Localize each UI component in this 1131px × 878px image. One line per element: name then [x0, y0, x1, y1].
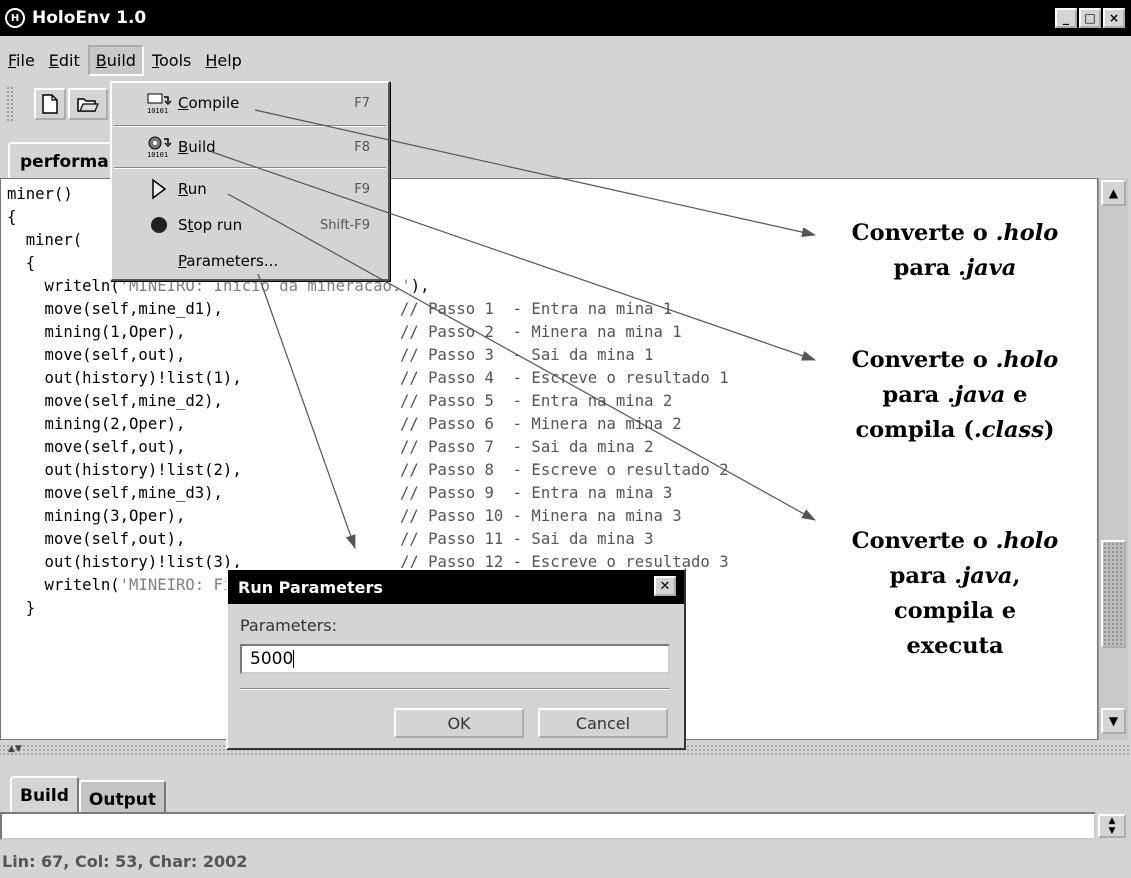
scrollbar-thumb[interactable]	[1101, 540, 1126, 648]
scroll-up-icon[interactable]: ▲	[1101, 180, 1126, 206]
menu-build[interactable]: Build	[87, 44, 144, 76]
bottom-tabs: Build Output	[10, 776, 166, 812]
open-file-button[interactable]	[68, 88, 108, 120]
menu-item-build[interactable]: 10101 Build F8	[112, 133, 388, 161]
code-line: mining(1,Oper),// Passo 2 - Minera na mi…	[7, 321, 1097, 344]
code-comment: // Passo 11 - Sai da mina 3	[400, 530, 654, 548]
code-comment: // Passo 4 - Escreve o resultado 1	[400, 369, 729, 387]
code-line: move(self,mine_d3),// Passo 9 - Entra na…	[7, 482, 1097, 505]
dialog-separator	[240, 688, 670, 690]
close-button[interactable]: ×	[1103, 8, 1125, 28]
parameters-label: Parameters:	[240, 616, 337, 635]
menu-item-stop-run[interactable]: Stop run Shift-F9	[112, 211, 388, 239]
code-comment: // Passo 5 - Entra na mina 2	[400, 392, 673, 410]
window-controls: _ □ ×	[1055, 8, 1125, 28]
code-line: out(history)!list(2),// Passo 8 - Escrev…	[7, 459, 1097, 482]
menu-help[interactable]: Help	[199, 47, 247, 74]
output-spinner[interactable]: ▲ ▼	[1098, 814, 1126, 838]
code-comment: // Passo 9 - Entra na mina 3	[400, 484, 673, 502]
code-comment: // Passo 3 - Sai da mina 1	[400, 346, 654, 364]
annotation-run: Converte o .holo para .java, compila e e…	[851, 528, 1059, 659]
build-menu-dropdown: 10101 Compile F7 10101 Build F8 Run F9 S…	[110, 81, 390, 281]
code-comment: // Passo 7 - Sai da mina 2	[400, 438, 654, 456]
annotation-compile: Converte o .holo para .java	[851, 220, 1059, 281]
new-file-icon	[42, 94, 58, 114]
code-comment: // Passo 6 - Minera na mina 2	[400, 415, 682, 433]
run-icon	[144, 178, 174, 200]
menu-item-run[interactable]: Run F9	[112, 175, 388, 203]
menu-bar: File Edit Build Tools Help	[0, 42, 248, 78]
minimize-button[interactable]: _	[1055, 8, 1077, 28]
open-folder-icon	[77, 98, 99, 112]
menu-item-compile[interactable]: 10101 Compile F7	[112, 89, 388, 117]
tab-output[interactable]: Output	[78, 780, 166, 812]
stop-icon	[144, 215, 174, 235]
menu-tools[interactable]: Tools	[146, 47, 197, 74]
dialog-title: Run Parameters	[228, 570, 684, 604]
new-file-button[interactable]	[34, 88, 66, 120]
cancel-button[interactable]: Cancel	[538, 708, 668, 738]
build-output-field[interactable]	[0, 812, 1096, 840]
status-bar: Lin: 67, Col: 53, Char: 2002	[2, 852, 248, 871]
title-bar: H HoloEnv 1.0 _ □ ×	[0, 0, 1131, 36]
svg-text:10101: 10101	[147, 107, 168, 114]
window-title: HoloEnv 1.0	[32, 8, 147, 28]
annotation-build: Converte o .holo para .java e compila (.…	[851, 347, 1059, 443]
menu-edit[interactable]: Edit	[43, 47, 86, 74]
menu-file[interactable]: File	[2, 47, 41, 74]
app-icon: H	[5, 8, 25, 28]
parameters-input[interactable]: 5000	[240, 644, 670, 674]
ok-button[interactable]: OK	[394, 708, 524, 738]
code-comment: // Passo 1 - Entra na mina 1	[400, 300, 673, 318]
build-icon: 10101	[144, 136, 174, 158]
menu-separator	[114, 125, 386, 127]
code-comment: // Passo 10 - Minera na mina 3	[400, 507, 682, 525]
scroll-down-icon[interactable]: ▼	[1101, 708, 1126, 734]
toolbar-grip[interactable]	[6, 86, 14, 122]
code-comment: // Passo 2 - Minera na mina 1	[400, 323, 682, 341]
dialog-close-button[interactable]: ✕	[654, 576, 676, 596]
compile-icon: 10101	[144, 92, 174, 114]
menu-separator	[114, 167, 386, 169]
maximize-button[interactable]: □	[1079, 8, 1101, 28]
svg-text:10101: 10101	[147, 151, 168, 158]
menu-item-parameters[interactable]: Parameters...	[112, 247, 388, 275]
run-parameters-dialog: Run Parameters ✕ Parameters: 5000 OK Can…	[226, 568, 686, 750]
editor-scrollbar[interactable]: ▲ ▼	[1098, 178, 1128, 740]
code-comment: // Passo 8 - Escreve o resultado 2	[400, 461, 729, 479]
tab-build[interactable]: Build	[10, 776, 79, 812]
code-line: move(self,mine_d1),// Passo 1 - Entra na…	[7, 298, 1097, 321]
